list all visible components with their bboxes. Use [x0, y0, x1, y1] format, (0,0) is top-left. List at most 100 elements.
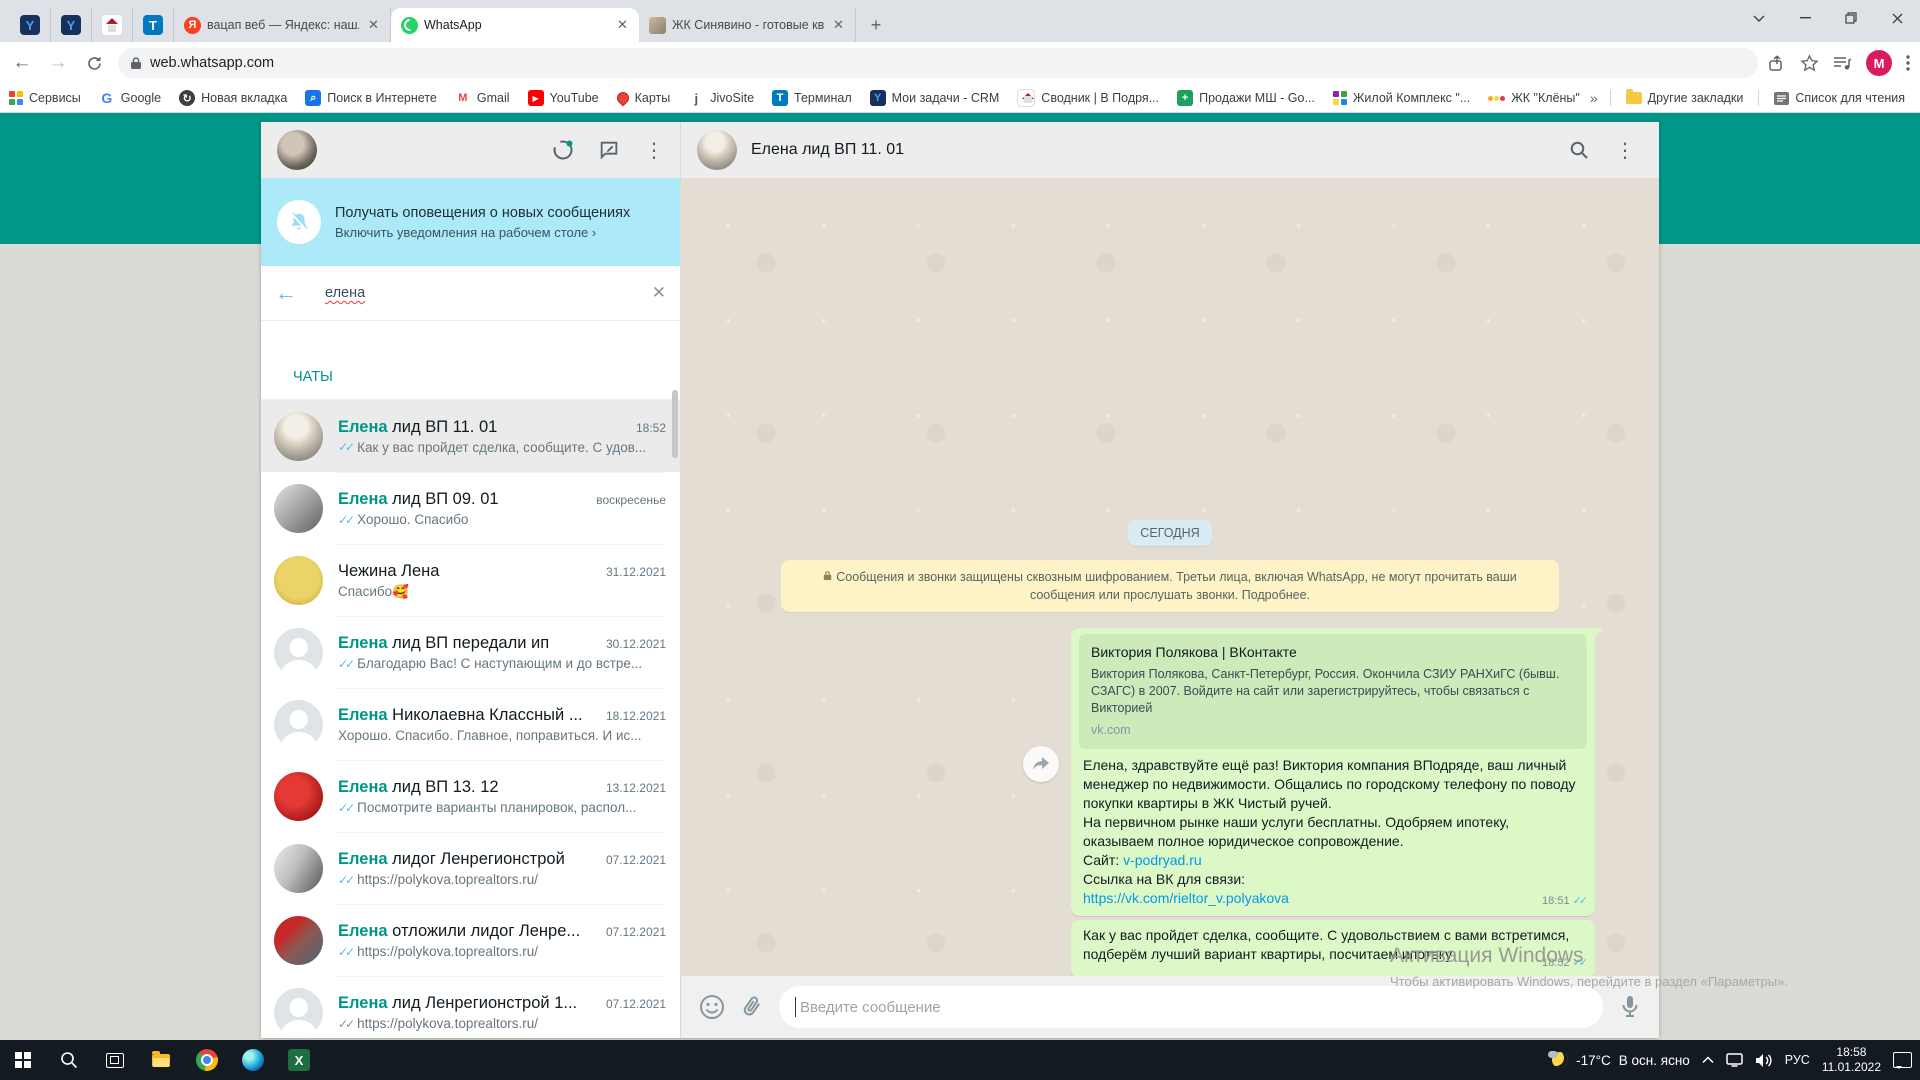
edge-button[interactable] [230, 1040, 276, 1080]
chat-row[interactable]: Елена лид ВП передали ип 30.12.2021 ✓✓ Бла… [261, 615, 680, 688]
bookmark-tasks-crm[interactable]: Y Мои задачи - CRM [861, 90, 1009, 106]
reload-button[interactable] [80, 49, 108, 77]
bookmark-youtube[interactable]: ▶ YouTube [519, 90, 608, 106]
bookmark-google[interactable]: G Google [90, 90, 170, 106]
chat-header-avatar[interactable] [697, 130, 737, 170]
bookmark-jivosite[interactable]: j JivoSite [679, 90, 763, 106]
search-icon[interactable] [1569, 140, 1589, 160]
window-restore-button[interactable] [1828, 0, 1874, 36]
search-bar[interactable]: ← елена ✕ [261, 266, 680, 321]
pinned-tab-yandex-1[interactable]: Y [10, 8, 51, 42]
pinned-tab-terminal[interactable]: T [133, 8, 174, 42]
window-minimize-button[interactable] [1782, 0, 1828, 36]
bookmark-terminal[interactable]: T Терминал [763, 90, 861, 106]
chat-menu-icon[interactable]: ⋮ [1615, 138, 1635, 163]
taskbar-search-button[interactable] [46, 1040, 92, 1080]
site-link[interactable]: v-podryad.ru [1123, 852, 1202, 868]
mic-icon[interactable] [1619, 994, 1641, 1020]
excel-button[interactable]: X [276, 1040, 322, 1080]
vk-link[interactable]: https://vk.com/rieltor_v.polyakova [1083, 890, 1289, 906]
other-bookmarks-button[interactable]: Другие закладки [1617, 89, 1753, 105]
house-icon [1017, 89, 1036, 107]
user-avatar[interactable] [277, 130, 317, 170]
new-chat-icon[interactable] [598, 139, 620, 161]
chat-row[interactable]: Елена лид ВП 11. 01 18:52 ✓✓ Как у вас про… [261, 400, 680, 472]
read-checks-icon: ✓✓ [1572, 895, 1589, 907]
tab-close-icon[interactable]: ✕ [830, 17, 847, 34]
address-bar[interactable]: web.whatsapp.com [118, 48, 1758, 78]
pinned-tab-yandex-2[interactable]: Y [51, 8, 92, 42]
bookmark-complex[interactable]: Жилой Комплекс "... [1324, 91, 1479, 105]
tab-sinyavino[interactable]: ЖК Синявино - готовые кварти ✕ [639, 8, 856, 42]
search-input[interactable]: елена [325, 285, 652, 301]
bookmark-star-icon[interactable] [1800, 53, 1819, 73]
window-chevron-icon[interactable] [1736, 0, 1782, 36]
message-time: 18:51 [1542, 895, 1570, 907]
pinned-tab-realty[interactable] [92, 8, 133, 42]
new-tab-button[interactable]: + [862, 11, 890, 39]
bookmark-services[interactable]: Сервисы [0, 91, 90, 105]
chat-row[interactable]: Елена лид Ленрегионстрой 1... 07.12.2021 … [261, 975, 680, 1038]
tray-chevron-icon[interactable] [1702, 1056, 1714, 1064]
back-arrow-icon[interactable]: ← [275, 280, 307, 306]
weather-widget[interactable]: -17°C В осн. ясно [1548, 1050, 1690, 1070]
clear-search-icon[interactable]: ✕ [652, 283, 666, 303]
share-icon[interactable] [1768, 54, 1786, 72]
back-button[interactable]: ← [8, 49, 36, 77]
chat-row[interactable]: Елена лид ВП 09. 01 воскресенье ✓✓ Хорошо.… [261, 471, 680, 544]
chrome-button[interactable] [184, 1040, 230, 1080]
window-controls [1736, 0, 1920, 36]
bookmark-newtab[interactable]: ↻ Новая вкладка [170, 90, 296, 106]
banner-subtitle[interactable]: Включить уведомления на рабочем столе › [335, 225, 630, 240]
tab-yandex-search[interactable]: Я вацап веб — Яндекс: нашлось 4 ✕ [174, 8, 391, 42]
bookmarks-overflow-chevron[interactable]: » [1584, 90, 1604, 106]
chat-row[interactable]: Чежина Лена 31.12.2021 Спасибо🥰 [261, 543, 680, 616]
task-view-icon [106, 1052, 124, 1068]
bookmark-maps[interactable]: Карты [608, 89, 680, 107]
file-explorer-button[interactable] [138, 1040, 184, 1080]
tab-whatsapp[interactable]: WhatsApp ✕ [391, 8, 639, 42]
sidebar-menu-icon[interactable]: ⋮ [644, 138, 664, 163]
sidebar: ⋮ Получать оповещения о новых сообщениях… [261, 122, 681, 1038]
task-view-button[interactable] [92, 1040, 138, 1080]
sidebar-scrollbar[interactable] [672, 390, 678, 458]
start-button[interactable] [0, 1040, 46, 1080]
chat-time: 30.12.2021 [605, 637, 666, 651]
chat-row[interactable]: Елена лид ВП 13. 12 13.12.2021 ✓✓ Посмотри… [261, 759, 680, 832]
link-preview[interactable]: Виктория Полякова | ВКонтакте Виктория П… [1079, 634, 1587, 749]
window-close-button[interactable] [1874, 0, 1920, 36]
browser-menu-icon[interactable] [1906, 55, 1910, 71]
chat-row[interactable]: Елена отложили лидог Ленре... 07.12.2021 … [261, 903, 680, 976]
bookmark-websearch[interactable]: ⌕ Поиск в Интернете [296, 90, 446, 106]
attach-icon[interactable] [741, 995, 763, 1019]
emoji-icon[interactable] [699, 994, 725, 1020]
chat-panel: Елена лид ВП 11. 01 ⋮ СЕГОДНЯ Сообщения … [681, 122, 1659, 1038]
message-input-field[interactable] [798, 997, 1587, 1017]
volume-icon[interactable] [1755, 1053, 1773, 1068]
forward-button[interactable]: → [44, 49, 72, 77]
text-caret [795, 997, 796, 1017]
bookmark-gmail[interactable]: M Gmail [446, 90, 519, 106]
tab-close-icon[interactable]: ✕ [614, 17, 631, 34]
encryption-banner[interactable]: Сообщения и звонки защищены сквозным шиф… [781, 560, 1559, 612]
message-input[interactable] [779, 986, 1603, 1028]
chat-header-icons: ⋮ [1569, 138, 1635, 163]
profile-avatar[interactable]: M [1866, 50, 1892, 76]
display-tray-icon[interactable] [1726, 1053, 1743, 1067]
tab-close-icon[interactable]: ✕ [365, 17, 382, 34]
action-center-icon[interactable] [1893, 1052, 1912, 1069]
bookmark-sales[interactable]: + Продажи МШ - Go... [1168, 90, 1324, 106]
chat-preview: https://polykova.toprealtors.ru/ [357, 1016, 538, 1031]
chat-row[interactable]: Елена лидог Ленрегионстрой 07.12.2021 ✓✓ h… [261, 831, 680, 904]
chat-avatar-default [274, 987, 323, 1037]
reading-list-button[interactable]: Список для чтения [1765, 91, 1914, 105]
language-indicator[interactable]: РУС [1785, 1053, 1810, 1067]
chat-title[interactable]: Елена лид ВП 11. 01 [751, 141, 904, 159]
status-icon[interactable] [552, 139, 574, 161]
extension-icon[interactable] [1833, 55, 1852, 72]
chat-row[interactable]: Елена Николаевна Классный ... 18.12.2021 … [261, 687, 680, 760]
forward-message-button[interactable] [1023, 746, 1059, 782]
bookmark-svodnik[interactable]: Сводник | В Подря... [1008, 89, 1168, 107]
notifications-banner[interactable]: Получать оповещения о новых сообщениях В… [261, 178, 680, 266]
taskbar-clock[interactable]: 18:58 11.01.2022 [1822, 1045, 1881, 1075]
